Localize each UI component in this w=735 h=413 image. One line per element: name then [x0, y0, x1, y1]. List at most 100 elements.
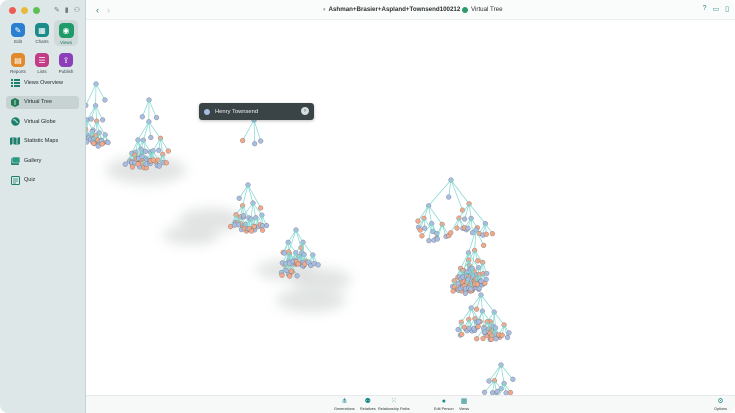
person-node — [455, 327, 461, 333]
person-node — [488, 336, 495, 342]
pin-icon[interactable]: ✎ — [54, 6, 60, 14]
publish-icon: ⇪ — [59, 53, 73, 67]
tree-edge — [137, 121, 150, 141]
person-node — [483, 231, 489, 237]
options-icon: ⚙ — [717, 398, 724, 405]
person-node — [258, 205, 264, 211]
views-overview-icon — [10, 78, 20, 87]
tree-shadow — [163, 225, 219, 245]
person-node — [122, 161, 128, 167]
app-label: Publish — [58, 69, 74, 74]
nav-item-statistic-maps[interactable]: Statistic Maps — [6, 135, 79, 148]
person-node — [483, 276, 489, 282]
views-button[interactable]: ▦ Views — [459, 398, 469, 411]
app-lists-button[interactable]: ☰ Lists — [30, 50, 54, 75]
help-icon[interactable]: ? — [703, 5, 707, 13]
tree-edge — [242, 184, 249, 206]
person-node — [165, 148, 171, 154]
nav-label: Gallery — [24, 157, 42, 164]
quiz-icon — [10, 175, 20, 185]
options-button[interactable]: ⚙ Options — [714, 398, 727, 411]
person-node — [476, 319, 482, 325]
nav-item-views-overview[interactable]: Views Overview — [6, 76, 79, 89]
view-title-text: Virtual Tree — [471, 6, 503, 13]
views-icon: ▦ — [460, 398, 468, 405]
minimize-window-button[interactable] — [21, 7, 28, 14]
person-node — [150, 157, 156, 163]
virtual-tree-canvas[interactable]: Henry Townsend › — [86, 20, 735, 395]
open-person-button[interactable]: › — [301, 107, 309, 115]
person-node — [142, 148, 149, 154]
app-reports-button[interactable]: ▤ Reports — [6, 50, 30, 75]
views-nav: Views Overview Virtual Tree Virtual Glob… — [6, 76, 79, 193]
charts-icon: ▦ — [35, 23, 49, 37]
relationship-paths-button[interactable]: ⁙ Relationship Paths — [378, 398, 410, 411]
nav-item-quiz[interactable]: Quiz — [6, 174, 79, 187]
person-node — [236, 222, 242, 228]
person-node — [283, 267, 289, 274]
app-label: Edit — [14, 39, 22, 44]
person-node — [264, 223, 270, 229]
person-node — [434, 236, 440, 242]
person-node — [102, 97, 108, 103]
person-node — [252, 141, 258, 147]
edit-person-button[interactable]: ● Edit Person — [434, 398, 454, 411]
bookmark-icon[interactable]: ▮ — [65, 6, 69, 14]
person-node — [287, 273, 293, 279]
person-node — [448, 230, 454, 236]
app-publish-button[interactable]: ⇪ Publish — [54, 50, 78, 75]
person-node — [102, 132, 108, 138]
sidebar-toggle-icon[interactable]: ▯ — [725, 5, 729, 13]
view-icon — [462, 6, 468, 13]
person-gender-dot — [204, 108, 210, 115]
app-label: Charts — [35, 39, 49, 44]
person-node — [489, 231, 495, 237]
forward-button[interactable]: › — [107, 5, 110, 15]
person-name: Henry Townsend — [215, 108, 259, 115]
edit-person-icon: ● — [441, 398, 446, 405]
person-node — [426, 238, 432, 244]
close-window-button[interactable] — [9, 7, 16, 14]
tree-edge — [247, 184, 254, 204]
virtual-tree-graph[interactable] — [86, 20, 735, 395]
person-node — [481, 389, 488, 395]
back-button[interactable]: ‹ — [96, 5, 99, 15]
nav-label: Virtual Globe — [24, 118, 56, 125]
nav-item-virtual-globe[interactable]: Virtual Globe — [6, 115, 79, 128]
generations-button[interactable]: ⋔ Generations — [334, 398, 355, 411]
tree-edge — [450, 179, 463, 211]
pencil-icon: ✎ — [11, 23, 25, 37]
person-node — [454, 225, 460, 231]
tree-edge — [143, 121, 150, 141]
person-node — [258, 138, 264, 144]
person-popup[interactable]: Henry Townsend › — [199, 103, 314, 120]
people-icon[interactable]: ⚇ — [74, 6, 80, 14]
person-node — [466, 325, 472, 331]
relatives-button[interactable]: ⚉ Relatives — [360, 398, 376, 411]
virtual-tree-icon — [10, 97, 20, 107]
app-label: Views — [60, 40, 72, 45]
relationship-paths-icon: ⁙ — [390, 398, 397, 405]
document-title[interactable]: ▾ Ashman+Brasier+Aspland+Townsend100212 — [323, 6, 460, 13]
tree-shadow — [276, 288, 346, 312]
bottom-toolbar: ⋔ Generations ⚉ Relatives ⁙ Relationship… — [86, 395, 735, 413]
person-node — [99, 141, 105, 147]
window-icon[interactable]: ▭ — [713, 5, 720, 13]
person-node — [236, 195, 242, 201]
window-controls — [9, 7, 40, 14]
nav-item-gallery[interactable]: Gallery — [6, 154, 79, 167]
person-node — [163, 160, 169, 166]
toolbar: ‹ › ▾ Ashman+Brasier+Aspland+Townsend100… — [86, 0, 735, 20]
person-node — [481, 242, 487, 248]
zoom-window-button[interactable] — [33, 7, 40, 14]
app-views-button[interactable]: ◉ Views — [54, 20, 78, 46]
app-edit-button[interactable]: ✎ Edit — [6, 20, 30, 46]
tree-edge — [295, 229, 302, 248]
person-node — [315, 262, 321, 268]
person-node — [135, 161, 141, 167]
app-charts-button[interactable]: ▦ Charts — [30, 20, 54, 46]
person-node — [240, 138, 246, 144]
person-node — [462, 290, 468, 296]
nav-item-virtual-tree[interactable]: Virtual Tree — [6, 95, 79, 109]
tree-edge — [86, 83, 97, 106]
